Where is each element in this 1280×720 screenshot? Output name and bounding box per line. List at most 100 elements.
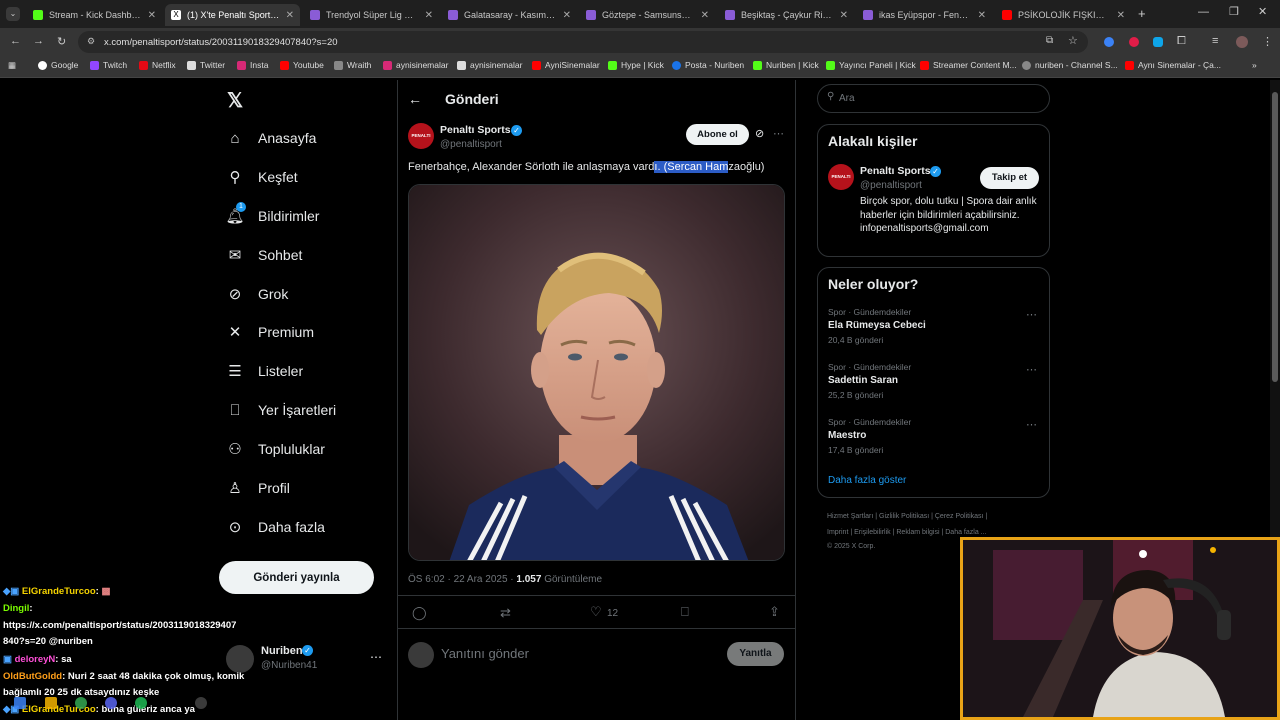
post-image[interactable] (408, 184, 785, 561)
bookmark[interactable]: Aynı Sinemalar - Ça... (1125, 60, 1221, 70)
close-icon[interactable]: ✕ (425, 10, 433, 21)
close-icon[interactable]: ✕ (286, 10, 294, 21)
forward-icon[interactable]: → (33, 35, 44, 47)
nav-item-profile[interactable]: ♙ Profil (226, 479, 290, 497)
browser-tab[interactable]: PSİKOLOJİK FIŞKIRTMA (✕ (996, 4, 1131, 26)
new-tab-icon[interactable]: + (1138, 6, 1146, 21)
trend-item[interactable]: Spor · Gündemdekiler Maestro 17,4 B gönd… (828, 417, 911, 455)
more-bookmarks-icon[interactable]: » (1252, 60, 1257, 70)
tab-search-icon[interactable]: ⌄ (6, 7, 20, 21)
site-info-icon[interactable]: ⚙ (87, 36, 95, 47)
author-name[interactable]: Penaltı Sports (440, 124, 511, 136)
reply-button[interactable]: Yanıtla (727, 642, 784, 666)
browser-tab[interactable]: Stream - Kick Dashboard ✕ (27, 4, 162, 26)
close-icon[interactable]: ✕ (978, 10, 986, 21)
follow-button[interactable]: Takip et (980, 167, 1039, 189)
bookmark[interactable]: Insta (237, 60, 268, 70)
bookmark[interactable]: AyniSinemalar (532, 60, 600, 70)
repost-icon[interactable]: ⇄ (500, 605, 511, 621)
nav-item-grok[interactable]: ⊘ Grok (226, 285, 289, 303)
nav-item-home[interactable]: ⌂ Anasayfa (226, 129, 316, 147)
extension-icon[interactable] (1104, 37, 1114, 47)
browser-tab-active[interactable]: X(1) X'te Penaltı Sports: "Fe✕ (165, 4, 300, 26)
close-icon[interactable]: ✕ (148, 10, 156, 21)
close-icon[interactable]: ✕ (701, 10, 709, 21)
bookmark[interactable]: Nuriben | Kick (753, 60, 819, 70)
bookmark[interactable]: Streamer Content M... (920, 60, 1017, 70)
bookmark[interactable]: Twitch (90, 60, 127, 70)
nav-item-explore[interactable]: ⚲ Keşfet (226, 168, 298, 186)
bookmark[interactable]: nuriben - Channel S... (1022, 60, 1118, 70)
install-app-icon[interactable]: ⧉ (1046, 35, 1053, 46)
bookmark[interactable]: Yayıncı Paneli | Kick (826, 60, 916, 70)
trend-item[interactable]: Spor · Gündemdekiler Ela Rümeysa Cebeci … (828, 307, 926, 345)
trend-more-icon[interactable]: ⋯ (1026, 363, 1037, 376)
close-icon[interactable]: ✕ (1117, 10, 1125, 21)
close-icon[interactable]: ✕ (563, 10, 571, 21)
footer-links[interactable]: Hizmet Şartları | Gizlilik Politikası | … (827, 513, 987, 520)
windows-start-icon[interactable] (14, 697, 26, 709)
chrome-icon[interactable] (75, 697, 87, 709)
extensions-puzzle-icon[interactable]: ⧠ (1177, 35, 1186, 48)
profile-avatar[interactable] (1236, 36, 1248, 48)
nav-item-lists[interactable]: ☰ Listeler (226, 362, 303, 380)
back-icon[interactable]: ← (10, 35, 21, 47)
post-button[interactable]: Gönderi yayınla (219, 561, 374, 594)
search-bar[interactable]: ⚲ Ara (817, 84, 1050, 113)
more-icon[interactable]: ⋯ (773, 127, 784, 140)
extension-icon[interactable] (1129, 37, 1139, 47)
nav-item-more[interactable]: ⊙ Daha fazla (226, 518, 325, 536)
x-logo-icon[interactable]: 𝕏 (227, 88, 243, 113)
grok-explain-icon[interactable]: ⊘ (755, 127, 764, 140)
nav-item-bookmarks[interactable]: ⎕ Yer İşaretleri (226, 401, 336, 419)
media-control-icon[interactable]: ≡ (1212, 35, 1218, 47)
bookmark[interactable]: Twitter (187, 60, 225, 70)
nav-item-premium[interactable]: ✕ Premium (226, 323, 314, 341)
reply-input[interactable]: Yanıtını gönder (441, 646, 529, 661)
bookmark[interactable]: Hype | Kick (608, 60, 664, 70)
nav-item-chat[interactable]: ✉ Sohbet (226, 246, 303, 264)
browser-tab[interactable]: Göztepe - Samsunspor M ✕ (580, 4, 715, 26)
browser-tab[interactable]: Galatasaray - Kasımpaşa ✕ (442, 4, 577, 26)
author-avatar[interactable]: PENALTI (408, 123, 434, 149)
close-icon[interactable]: ✕ (840, 10, 848, 21)
browser-tab[interactable]: Trendyol Süper Lig Maç Ö✕ (304, 4, 439, 26)
reply-icon[interactable]: ◯ (412, 605, 427, 621)
footer-links[interactable]: Imprint | Erişilebilirlik | Reklam bilgi… (827, 529, 987, 536)
share-icon[interactable]: ⇪ (769, 604, 780, 620)
extension-icon[interactable] (1153, 37, 1163, 47)
bookmark[interactable]: Wraith (334, 60, 371, 70)
reload-icon[interactable]: ↻ (57, 35, 66, 48)
trend-more-icon[interactable]: ⋯ (1026, 418, 1037, 431)
restore-icon[interactable]: ❐ (1229, 5, 1239, 18)
account-avatar[interactable] (226, 645, 254, 673)
close-window-icon[interactable]: ✕ (1258, 5, 1267, 18)
related-avatar[interactable]: PENALTI (828, 164, 854, 190)
address-bar[interactable]: ⚙ x.com/penaltisport/status/200311901832… (78, 31, 1088, 53)
account-menu-icon[interactable]: ⋯ (370, 650, 382, 664)
related-name[interactable]: Penaltı Sports (860, 165, 931, 177)
search-input[interactable]: Ara (839, 93, 855, 104)
bookmark[interactable]: Posta - Nuriben (672, 60, 744, 70)
bookmark[interactable]: aynisinemalar (383, 60, 448, 70)
like-icon[interactable]: ♡ (590, 604, 602, 620)
menu-icon[interactable]: ⋮ (1262, 35, 1273, 48)
subscribe-button[interactable]: Abone ol (686, 124, 749, 145)
trend-more-icon[interactable]: ⋯ (1026, 308, 1037, 321)
trend-item[interactable]: Spor · Gündemdekiler Sadettin Saran 25,2… (828, 362, 911, 400)
nav-item-notifications[interactable]: 🔔︎ 1 Bildirimler (225, 202, 319, 225)
spotify-icon[interactable] (135, 697, 147, 709)
scrollbar-thumb[interactable] (1272, 92, 1278, 382)
app-icon[interactable] (195, 697, 207, 709)
bookmark[interactable]: aynisinemalar (457, 60, 522, 70)
bookmark[interactable]: Google (38, 60, 78, 70)
bookmark[interactable]: Netflix (139, 60, 176, 70)
file-explorer-icon[interactable] (45, 697, 57, 709)
browser-tab[interactable]: Beşiktaş - Çaykur Rizesp ✕ (719, 4, 854, 26)
show-more-link[interactable]: Daha fazla göster (828, 475, 906, 486)
nav-item-communities[interactable]: ⚇ Topluluklar (226, 440, 325, 458)
bookmark-star-icon[interactable]: ☆ (1068, 34, 1078, 47)
minimize-icon[interactable]: — (1198, 6, 1209, 18)
bookmark-icon[interactable]: ⎕ (681, 604, 689, 620)
apps-grid-icon[interactable]: ▦ (8, 60, 16, 71)
